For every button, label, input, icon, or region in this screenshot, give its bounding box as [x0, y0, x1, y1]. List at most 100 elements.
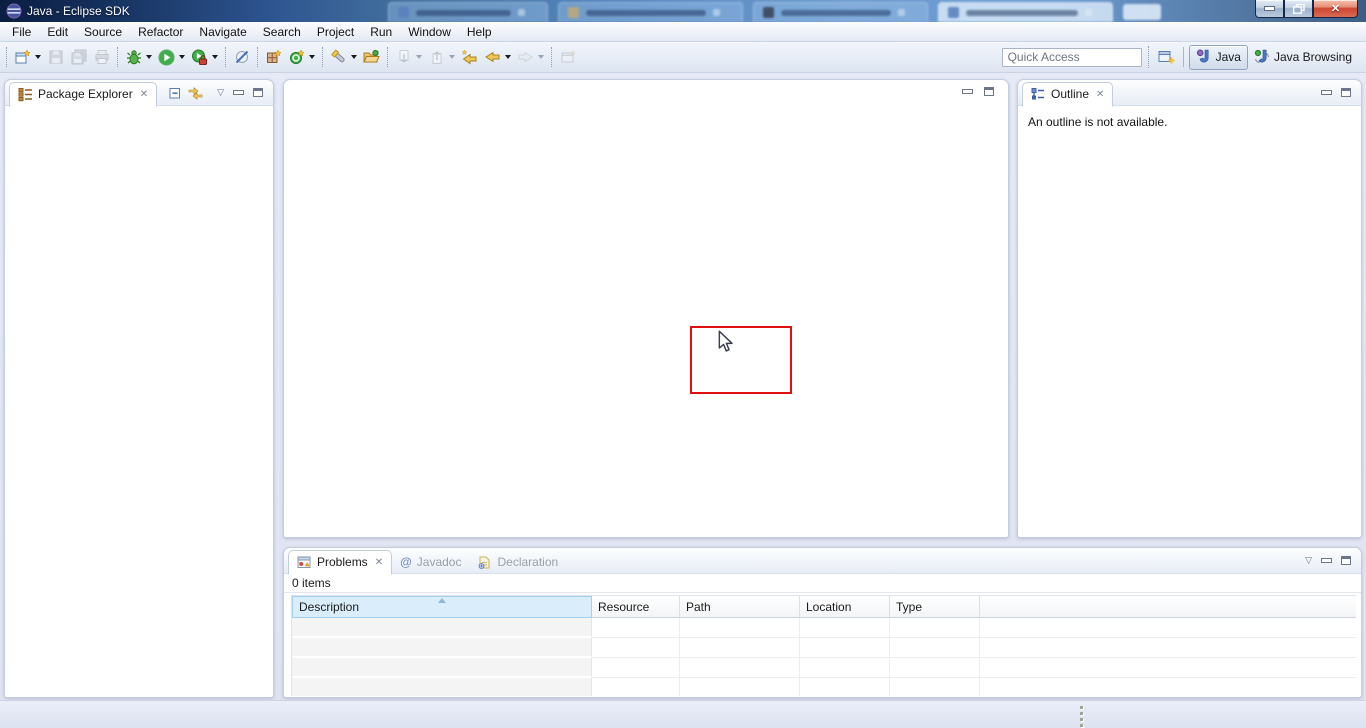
new-java-project-button[interactable] [262, 45, 285, 69]
last-edit-location-button[interactable] [458, 45, 481, 69]
save-button[interactable] [44, 45, 67, 69]
open-type-button[interactable] [360, 45, 383, 69]
status-bar-drag-handle[interactable] [1080, 706, 1083, 727]
outline-tab[interactable]: Outline ✕ [1022, 82, 1113, 107]
back-button[interactable] [481, 45, 504, 69]
close-icon[interactable]: ✕ [140, 89, 148, 100]
print-button[interactable] [90, 45, 113, 69]
column-header-description[interactable]: Description [292, 596, 592, 618]
maximize-view-icon[interactable] [984, 87, 994, 96]
package-explorer-tab[interactable]: Package Explorer ✕ [9, 82, 157, 107]
javadoc-icon: @ [400, 555, 412, 569]
view-menu-icon[interactable]: ▽ [217, 88, 224, 97]
close-icon[interactable]: ✕ [1096, 89, 1104, 100]
table-row [292, 658, 1356, 678]
problems-item-count: 0 items [284, 574, 1361, 593]
minimize-view-icon[interactable] [1321, 558, 1332, 563]
column-header-resource[interactable]: Resource [592, 596, 680, 618]
forward-button[interactable] [514, 45, 537, 69]
browser-new-tab [1123, 4, 1161, 20]
window-close-button[interactable]: ✕ [1313, 0, 1358, 18]
link-with-editor-button[interactable] [185, 83, 205, 103]
new-java-class-dropdown[interactable] [309, 55, 315, 59]
declaration-tab[interactable]: Declaration [469, 550, 566, 575]
menu-window[interactable]: Window [400, 23, 459, 41]
editor-area[interactable] [283, 79, 1009, 538]
status-bar [0, 700, 1366, 728]
outline-title: Outline [1051, 87, 1089, 101]
menu-project[interactable]: Project [309, 23, 362, 41]
problems-view: Problems ✕ @ Javadoc Declaration ▽ 0 ite… [283, 547, 1362, 698]
view-menu-icon[interactable]: ▽ [1305, 556, 1312, 565]
column-header-filler [980, 596, 1356, 618]
eclipse-window: Java - Eclipse SDK ✕ File Edit Source Re… [0, 0, 1366, 728]
window-minimize-button[interactable] [1255, 0, 1284, 18]
menu-run[interactable]: Run [362, 23, 400, 41]
javadoc-title: Javadoc [417, 555, 462, 569]
package-explorer-header: Package Explorer ✕ ▽ [5, 80, 273, 106]
external-tools-dropdown[interactable] [212, 55, 218, 59]
java-browsing-perspective-icon [1254, 48, 1270, 67]
previous-annotation-button[interactable] [425, 45, 448, 69]
column-header-type[interactable]: Type [890, 596, 980, 618]
menu-search[interactable]: Search [255, 23, 309, 41]
table-row [292, 638, 1356, 658]
maximize-view-icon[interactable] [1341, 556, 1351, 565]
new-java-class-button[interactable] [285, 45, 308, 69]
mouse-cursor [717, 330, 735, 357]
outline-message: An outline is not available. [1018, 106, 1361, 138]
column-header-location[interactable]: Location [800, 596, 890, 618]
next-annotation-button[interactable] [392, 45, 415, 69]
package-explorer-content[interactable] [5, 106, 273, 698]
toolbar-separator [387, 47, 388, 67]
pin-editor-button[interactable] [556, 45, 579, 69]
search-button[interactable] [327, 45, 350, 69]
declaration-title: Declaration [497, 555, 558, 569]
outline-content: An outline is not available. [1018, 106, 1361, 138]
close-icon[interactable]: ✕ [375, 557, 383, 568]
menu-help[interactable]: Help [459, 23, 500, 41]
previous-annotation-dropdown[interactable] [449, 55, 455, 59]
forward-dropdown[interactable] [538, 55, 544, 59]
window-title: Java - Eclipse SDK [27, 4, 130, 18]
debug-dropdown[interactable] [146, 55, 152, 59]
menu-navigate[interactable]: Navigate [191, 23, 254, 41]
search-dropdown[interactable] [351, 55, 357, 59]
next-annotation-dropdown[interactable] [416, 55, 422, 59]
back-dropdown[interactable] [505, 55, 511, 59]
declaration-icon [477, 555, 492, 570]
menu-source[interactable]: Source [76, 23, 130, 41]
skip-breakpoints-button[interactable] [230, 45, 253, 69]
close-icon: ✕ [1331, 2, 1340, 15]
table-row [292, 618, 1356, 638]
maximize-view-icon[interactable] [253, 88, 263, 97]
external-tools-button[interactable] [188, 45, 211, 69]
minimize-view-icon[interactable] [962, 89, 973, 94]
save-all-button[interactable] [67, 45, 90, 69]
collapse-all-button[interactable] [165, 83, 185, 103]
open-perspective-button[interactable] [1155, 45, 1178, 69]
minimize-view-icon[interactable] [233, 90, 244, 95]
menu-refactor[interactable]: Refactor [130, 23, 191, 41]
perspective-bar-handle [1148, 46, 1149, 68]
problems-tab[interactable]: Problems ✕ [288, 550, 392, 575]
new-wizard-dropdown[interactable] [35, 55, 41, 59]
outline-header: Outline ✕ [1018, 80, 1361, 106]
javadoc-tab[interactable]: @ Javadoc [392, 550, 469, 575]
menu-bar: File Edit Source Refactor Navigate Searc… [0, 22, 1366, 42]
debug-button[interactable] [122, 45, 145, 69]
new-wizard-button[interactable] [11, 45, 34, 69]
run-dropdown[interactable] [179, 55, 185, 59]
run-button[interactable] [155, 45, 178, 69]
perspective-java-browsing-button[interactable]: Java Browsing [1248, 46, 1358, 69]
menu-edit[interactable]: Edit [39, 23, 76, 41]
window-restore-button[interactable] [1284, 0, 1313, 18]
perspective-java-button[interactable]: Java [1189, 45, 1248, 70]
browser-tab [558, 2, 743, 22]
quick-access-input[interactable] [1002, 48, 1142, 67]
column-header-path[interactable]: Path [680, 596, 800, 618]
minimize-view-icon[interactable] [1321, 90, 1332, 95]
menu-file[interactable]: File [4, 23, 39, 41]
maximize-view-icon[interactable] [1341, 88, 1351, 97]
outline-view: Outline ✕ An outline is not available. [1017, 79, 1362, 538]
